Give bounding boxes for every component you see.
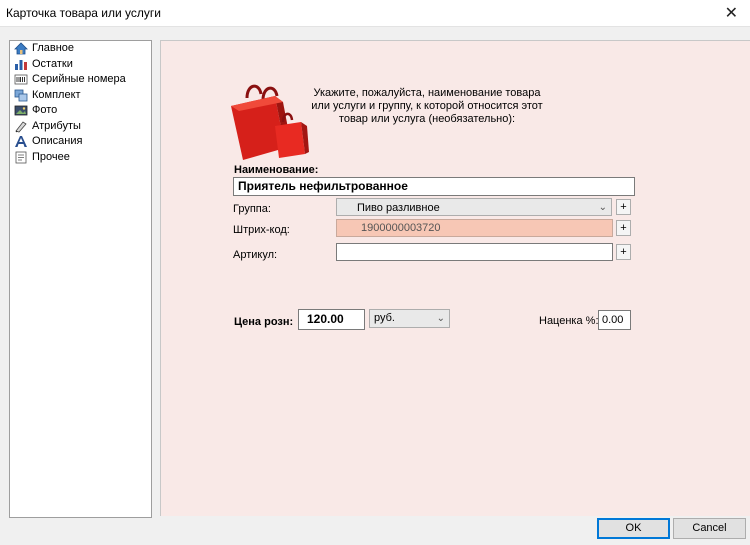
sidebar-item-label: Остатки [32, 57, 73, 70]
description-icon [15, 136, 27, 147]
barcode-label: Штрих-код: [233, 224, 290, 236]
sidebar-item-serials[interactable]: Серийные номера [10, 72, 151, 88]
chevron-down-icon: ⌄ [436, 313, 445, 324]
sidebar-item-label: Прочее [32, 150, 70, 163]
group-select[interactable]: Пиво разливное ⌄ [336, 198, 612, 216]
other-icon [15, 151, 27, 163]
kit-icon [14, 89, 28, 101]
instruction-text: Укажите, пожалуйста, наименование товара… [311, 87, 543, 125]
home-icon [14, 42, 28, 55]
sidebar-item-other[interactable]: Прочее [10, 150, 151, 166]
add-article-button[interactable]: + [616, 244, 631, 260]
sidebar-item-label: Описания [32, 135, 83, 147]
price-label: Цена розн: [234, 316, 294, 328]
article-input[interactable] [336, 243, 613, 261]
sidebar-item-label: Главное [32, 42, 75, 54]
photo-icon [14, 105, 28, 116]
sidebar-item-label: Атрибуты [32, 119, 81, 132]
currency-select[interactable]: руб. ⌄ [369, 309, 450, 328]
sidebar-item-main[interactable]: Главное [10, 41, 151, 57]
add-barcode-button[interactable]: + [616, 220, 631, 236]
sidebar-nav: Главное Остатки Серийные номера Комплект… [9, 40, 152, 518]
group-label: Группа: [233, 203, 271, 215]
chevron-down-icon: ⌄ [598, 202, 607, 213]
markup-label: Наценка %: [539, 315, 599, 327]
sidebar-item-stock[interactable]: Остатки [10, 57, 151, 73]
serial-numbers-icon [14, 74, 28, 85]
cancel-button[interactable]: Cancel [673, 518, 746, 539]
window-title: Карточка товара или услуги [6, 6, 161, 20]
close-icon[interactable]: ✕ [725, 3, 738, 23]
price-input[interactable]: 120.00 [298, 309, 365, 330]
sidebar-item-descriptions[interactable]: Описания [10, 134, 151, 150]
sidebar-item-label: Фото [32, 104, 58, 116]
name-input[interactable]: Приятель нефильтрованное [233, 177, 635, 196]
sidebar-item-kit[interactable]: Комплект [10, 88, 151, 104]
currency-select-value: руб. [374, 312, 395, 324]
shopping-bags-icon [231, 84, 309, 160]
ok-button[interactable]: OK [597, 518, 670, 539]
title-bar: Карточка товара или услуги ✕ [0, 0, 750, 27]
barcode-input[interactable]: 1900000003720 [336, 219, 613, 237]
attributes-icon [15, 120, 27, 132]
add-group-button[interactable]: + [616, 199, 631, 215]
group-select-value: Пиво разливное [357, 202, 440, 214]
sidebar-item-label: Комплект [32, 88, 81, 101]
stock-chart-icon [15, 59, 27, 70]
sidebar-item-label: Серийные номера [32, 73, 126, 85]
markup-input[interactable]: 0.00 [598, 310, 631, 330]
sidebar-item-photo[interactable]: Фото [10, 103, 151, 119]
sidebar-item-attributes[interactable]: Атрибуты [10, 119, 151, 135]
name-label: Наименование: [234, 164, 319, 176]
article-label: Артикул: [233, 249, 278, 261]
